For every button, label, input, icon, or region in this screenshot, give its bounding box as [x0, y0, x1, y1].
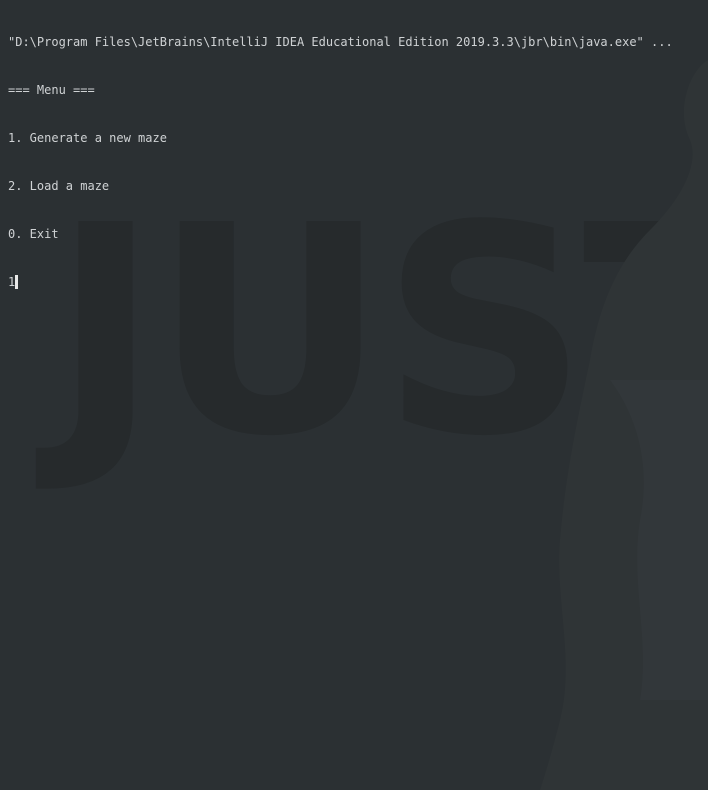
command-line-text: "D:\Program Files\JetBrains\IntelliJ IDE… — [8, 35, 673, 49]
menu-header: === Menu === — [8, 83, 95, 97]
menu-item-generate: 1. Generate a new maze — [8, 131, 167, 145]
console-text-area: "D:\Program Files\JetBrains\IntelliJ IDE… — [8, 2, 673, 322]
console-input-value[interactable]: 1 — [8, 274, 15, 290]
text-caret — [15, 275, 19, 289]
run-console-output[interactable]: JUST "D:\Program Files\JetBrains\Intelli… — [0, 0, 708, 790]
menu-item-exit: 0. Exit — [8, 227, 59, 241]
console-input-line[interactable]: 1 — [8, 274, 673, 290]
menu-item-load: 2. Load a maze — [8, 179, 110, 193]
